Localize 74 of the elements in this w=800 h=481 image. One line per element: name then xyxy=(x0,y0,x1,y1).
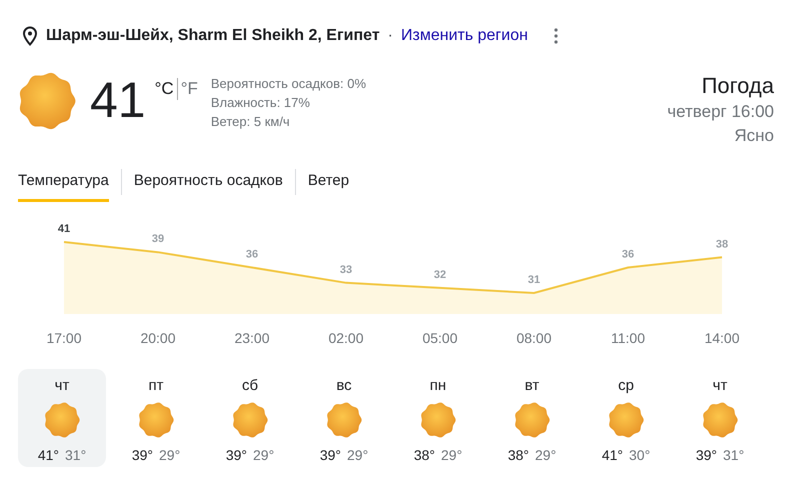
low-temperature: 29° xyxy=(159,447,180,463)
time-label: 20:00 xyxy=(140,330,176,346)
time-label: 11:00 xyxy=(611,330,645,346)
day-forecast[interactable]: чт 41° 31° xyxy=(18,369,106,467)
low-temperature: 31° xyxy=(65,447,86,463)
day-time: четверг 16:00 xyxy=(667,101,774,123)
low-temperature: 31° xyxy=(723,447,744,463)
time-label: 14:00 xyxy=(704,330,740,346)
day-forecast[interactable]: пт 39° 29° xyxy=(112,369,200,467)
sun-icon xyxy=(138,402,174,438)
time-label: 23:00 xyxy=(234,330,270,346)
data-label: 32 xyxy=(434,268,446,281)
day-forecast[interactable]: чт 39° 31° xyxy=(676,369,764,467)
high-temperature: 39° xyxy=(696,447,717,463)
sun-icon xyxy=(608,402,644,438)
data-label: 36 xyxy=(246,248,258,260)
chart-tab[interactable]: Ветер xyxy=(308,162,350,202)
day-name: пт xyxy=(148,377,164,394)
low-temperature: 29° xyxy=(535,447,556,463)
sun-icon xyxy=(420,402,456,438)
day-forecast[interactable]: сб 39° 29° xyxy=(206,369,294,467)
weather-detail: Ветер: 5 км/ч xyxy=(210,113,291,131)
data-label: 31 xyxy=(528,274,540,286)
sun-icon xyxy=(326,402,362,438)
day-forecast[interactable]: пн 38° 29° xyxy=(394,369,482,467)
data-label: 41 xyxy=(58,223,70,235)
day-name: сб xyxy=(242,377,258,394)
day-forecast[interactable]: вс 39° 29° xyxy=(300,369,388,467)
time-label: 17:00 xyxy=(46,330,82,346)
high-temperature: 39° xyxy=(132,447,153,463)
day-name: ср xyxy=(618,377,634,394)
low-temperature: 29° xyxy=(347,447,368,463)
high-temperature: 39° xyxy=(226,447,247,463)
day-name: пн xyxy=(430,377,446,394)
high-temperature: 39° xyxy=(320,447,341,463)
low-temperature: 29° xyxy=(441,447,462,463)
weather-title: Погода xyxy=(702,72,774,100)
day-forecast[interactable]: ср 41° 30° xyxy=(582,369,670,467)
sun-icon xyxy=(514,402,550,438)
current-temperature: 41 xyxy=(90,72,146,128)
sun-icon xyxy=(702,402,738,438)
low-temperature: 29° xyxy=(253,447,274,463)
chart-tab[interactable]: Вероятность осадков xyxy=(134,162,283,202)
sun-icon xyxy=(44,402,80,438)
chart-tab[interactable]: Температура xyxy=(18,162,109,202)
unit-toggle[interactable]: °C xyxy=(152,79,177,99)
time-label: 05:00 xyxy=(422,330,458,346)
high-temperature: 41° xyxy=(38,447,59,463)
day-name: вс xyxy=(336,377,352,394)
day-forecast[interactable]: вт 38° 29° xyxy=(488,369,576,467)
day-name: вт xyxy=(524,377,540,394)
time-label: 02:00 xyxy=(328,330,364,346)
weather-detail: Вероятность осадков: 0% xyxy=(210,75,366,93)
high-temperature: 38° xyxy=(414,447,435,463)
low-temperature: 30° xyxy=(629,447,650,463)
time-label: 08:00 xyxy=(516,330,552,346)
sun-icon xyxy=(18,72,76,130)
location-name: Шарм-эш-Шейх, Sharm El Sheikh 2, Египет xyxy=(46,27,380,45)
data-label: 36 xyxy=(622,248,634,260)
high-temperature: 38° xyxy=(508,447,529,463)
unit-toggle[interactable]: °F xyxy=(178,79,201,99)
change-region-link[interactable]: Изменить регион xyxy=(401,27,528,45)
day-name: чт xyxy=(54,377,70,394)
more-options-icon[interactable] xyxy=(554,28,558,44)
day-name: чт xyxy=(712,377,728,394)
condition: Ясно xyxy=(734,125,774,147)
weather-detail: Влажность: 17% xyxy=(210,94,311,112)
high-temperature: 41° xyxy=(602,447,623,463)
separator-dot: · xyxy=(388,27,393,45)
data-label: 38 xyxy=(716,238,728,250)
location-pin-icon xyxy=(22,26,38,46)
data-label: 39 xyxy=(152,233,164,246)
sun-icon xyxy=(232,402,268,438)
data-label: 33 xyxy=(340,264,352,276)
